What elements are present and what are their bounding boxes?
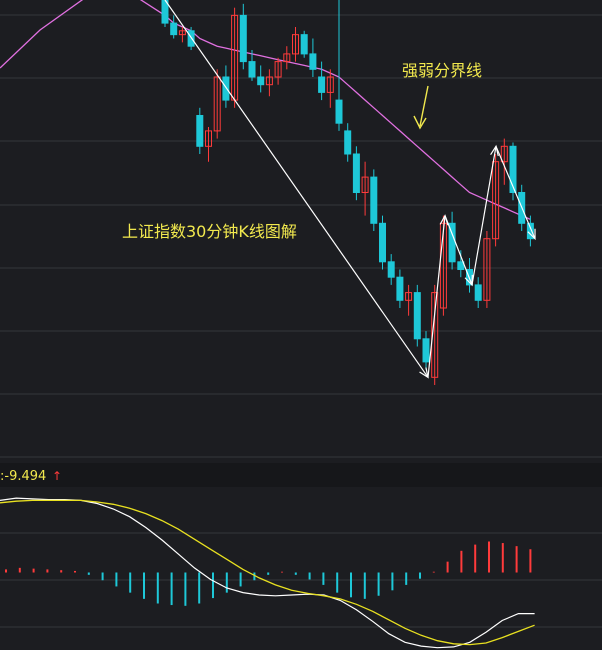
candle-body [344, 130, 352, 155]
candle-body [309, 53, 317, 70]
candle-body [396, 276, 404, 301]
candle [379, 215, 386, 270]
macd-header-strip [0, 463, 602, 487]
candle-body [352, 153, 360, 193]
candle-body [370, 176, 378, 224]
candle-body [422, 338, 430, 363]
candle-body [379, 222, 386, 263]
boundary-annotation: 强弱分界线 [402, 61, 482, 80]
candle-body [239, 14, 247, 63]
macd-up-arrow-icon: ↑ [52, 469, 62, 483]
candle [187, 26, 195, 51]
candle-body [474, 284, 482, 301]
candle [413, 284, 421, 347]
chart-background [0, 0, 602, 650]
main-annotation: 上证指数30分钟K线图解 [122, 222, 297, 241]
candle [300, 30, 308, 58]
candle-body [318, 76, 326, 93]
candle-body [387, 261, 395, 278]
candle-body [222, 76, 230, 101]
candle-body [248, 61, 256, 78]
candle-body [413, 292, 421, 340]
macd-readout-value: :-9.494 [0, 469, 46, 484]
candle-body [257, 76, 265, 86]
candle [352, 146, 360, 201]
candle-body [187, 30, 195, 47]
candle [370, 169, 378, 231]
candle-body [300, 34, 308, 55]
kline-chart: 上证指数30分钟K线图解 强弱分界线 :-9.494 ↑ [0, 0, 602, 650]
candle-body [196, 115, 204, 147]
candle-body [170, 22, 178, 36]
candle-body [335, 99, 343, 124]
